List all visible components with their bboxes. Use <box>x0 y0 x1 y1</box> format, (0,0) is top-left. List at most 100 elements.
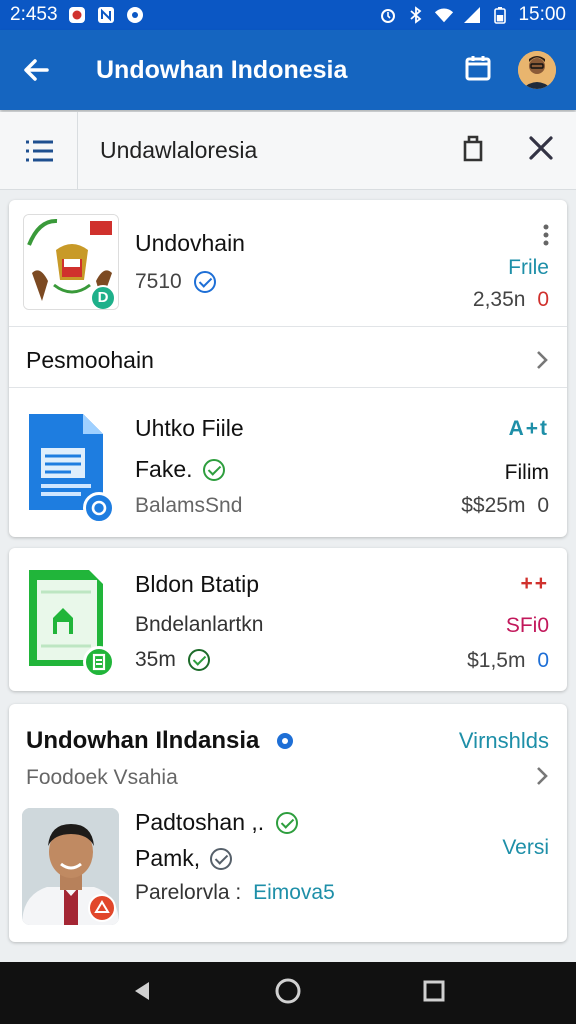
status-time-left: 2:453 <box>10 4 58 25</box>
check-icon <box>202 458 225 481</box>
org-row[interactable]: D Undovhain 7510 Frile 2,35n 0 <box>9 200 567 326</box>
profile-header-line: Undowhan Ilndansia <box>26 727 294 755</box>
person-role-line: Pamk, <box>135 845 233 872</box>
check-icon <box>187 649 210 671</box>
wifi-icon <box>434 5 454 25</box>
file-count-line: 35m <box>135 648 210 672</box>
file-thumbnail <box>27 568 115 678</box>
check-icon <box>210 847 233 870</box>
calendar-icon <box>465 55 491 80</box>
section-row[interactable]: Pesmoohain <box>9 327 567 387</box>
person-name: Padtoshan ,. <box>135 809 265 835</box>
nav-back-button[interactable] <box>130 979 154 1008</box>
profile-header-link[interactable]: Virnshlds <box>459 728 549 754</box>
file-right-value-line: $$25m 0 <box>461 494 549 518</box>
file-right-icon-text: A+t <box>508 417 549 440</box>
chevron-right-icon <box>537 351 548 369</box>
close-icon <box>529 136 553 160</box>
file-right-icon-text: ++ <box>520 572 549 595</box>
user-avatar[interactable] <box>518 51 556 89</box>
org-right-value-suffix: 0 <box>537 288 549 311</box>
notification-n-icon <box>96 5 116 25</box>
person-badge <box>88 894 116 922</box>
org-right-value: 2,35n <box>472 288 526 311</box>
search-toolbar: Undawlaloresia <box>0 111 576 190</box>
file-right-label: Filim <box>504 461 549 484</box>
section-label: Pesmoohain <box>26 347 154 373</box>
person-meta-value[interactable]: Eimova5 <box>253 881 335 904</box>
nav-home-button[interactable] <box>274 977 302 1010</box>
alert-icon <box>94 900 110 913</box>
org-right-link[interactable]: Frile <box>508 256 549 280</box>
chevron-right-icon <box>537 767 548 785</box>
file-right-value: $$25m <box>461 494 526 517</box>
delete-button[interactable] <box>462 134 484 167</box>
org-card: D Undovhain 7510 Frile 2,35n 0 Pesmoohai… <box>9 200 567 537</box>
file-row[interactable]: Uhtko Fiile Fake. BalamsSnd A+t Filim $$… <box>9 388 567 537</box>
file-status-line: Fake. <box>135 456 225 483</box>
file-meta: BalamsSnd <box>135 494 243 517</box>
file-right-value-line: $1,5m 0 <box>467 649 549 673</box>
org-logo: D <box>23 214 119 310</box>
file-count: 35m <box>135 648 176 671</box>
trash-icon <box>463 135 483 162</box>
close-button[interactable] <box>528 135 554 166</box>
notification-app-icon <box>67 5 87 25</box>
status-time-right: 15:00 <box>518 4 566 25</box>
status-bar: 2:453 15:00 <box>0 0 576 30</box>
file-card[interactable]: Bldon Btatip Bndelanlartkn 35m ++ SFi0 $… <box>9 548 567 691</box>
org-name: Undovhain <box>135 230 245 256</box>
person-name-line: Padtoshan ,. <box>135 809 299 836</box>
sheet-icon <box>92 653 106 671</box>
list-menu-icon <box>25 140 53 161</box>
calendar-button[interactable] <box>464 54 492 87</box>
file-right-value-suffix: 0 <box>537 494 549 517</box>
square-recents-icon <box>423 980 445 1001</box>
file-type-badge <box>83 646 115 678</box>
profile-person-row[interactable]: Padtoshan ,. Pamk, Parelorvla : Eimova5 … <box>9 804 567 934</box>
user-photo-icon <box>518 51 556 89</box>
app-bar: Undowhan Indonesia <box>0 30 576 110</box>
alarm-icon <box>378 5 398 25</box>
page-title: Undowhan Indonesia <box>96 55 348 84</box>
file-title: Bldon Btatip <box>135 571 260 597</box>
file-status: Fake. <box>135 456 193 482</box>
file-title: Uhtko Fiile <box>135 415 244 441</box>
file-right-value: $1,5m <box>467 649 526 672</box>
battery-icon <box>490 5 510 25</box>
more-vert-icon <box>543 224 549 246</box>
profile-card: Undowhan Ilndansia Virnshlds Foodoek Vsa… <box>9 704 567 942</box>
search-label[interactable]: Undawlaloresia <box>100 137 257 164</box>
sync-badge <box>83 492 115 524</box>
profile-header-row[interactable]: Undowhan Ilndansia Virnshlds Foodoek Vsa… <box>9 704 567 804</box>
sync-icon <box>91 500 107 516</box>
org-count: 7510 <box>135 270 182 293</box>
person-right-link[interactable]: Versi <box>502 836 549 860</box>
signal-icon <box>462 5 482 25</box>
person-photo <box>22 808 119 925</box>
verified-icon <box>193 271 216 293</box>
notification-dot-icon <box>125 5 145 25</box>
profile-subheader: Foodoek Vsahia <box>26 766 178 789</box>
file-right-label: SFi0 <box>505 614 549 637</box>
more-options-button[interactable] <box>543 224 549 246</box>
triangle-back-icon <box>135 981 149 1000</box>
file-thumbnail <box>27 412 115 524</box>
person-meta-label: Parelorvla : <box>135 881 242 904</box>
org-badge: D <box>90 285 116 309</box>
verified-icon <box>277 733 294 749</box>
file-right-value-suffix: 0 <box>537 649 549 672</box>
profile-header: Undowhan Ilndansia <box>26 727 260 754</box>
system-nav-bar <box>0 962 576 1024</box>
back-button[interactable] <box>0 30 72 110</box>
menu-button[interactable] <box>0 111 78 190</box>
person-meta-line: Parelorvla : Eimova5 <box>135 881 335 905</box>
circle-home-icon <box>275 978 301 1003</box>
nav-recents-button[interactable] <box>422 979 446 1008</box>
org-count-line: 7510 <box>135 270 216 294</box>
arrow-left-icon <box>24 59 49 81</box>
bluetooth-icon <box>406 5 426 25</box>
check-icon <box>276 811 299 834</box>
file-subtitle: Bndelanlartkn <box>135 613 264 636</box>
org-right-value-line: 2,35n 0 <box>473 288 549 312</box>
